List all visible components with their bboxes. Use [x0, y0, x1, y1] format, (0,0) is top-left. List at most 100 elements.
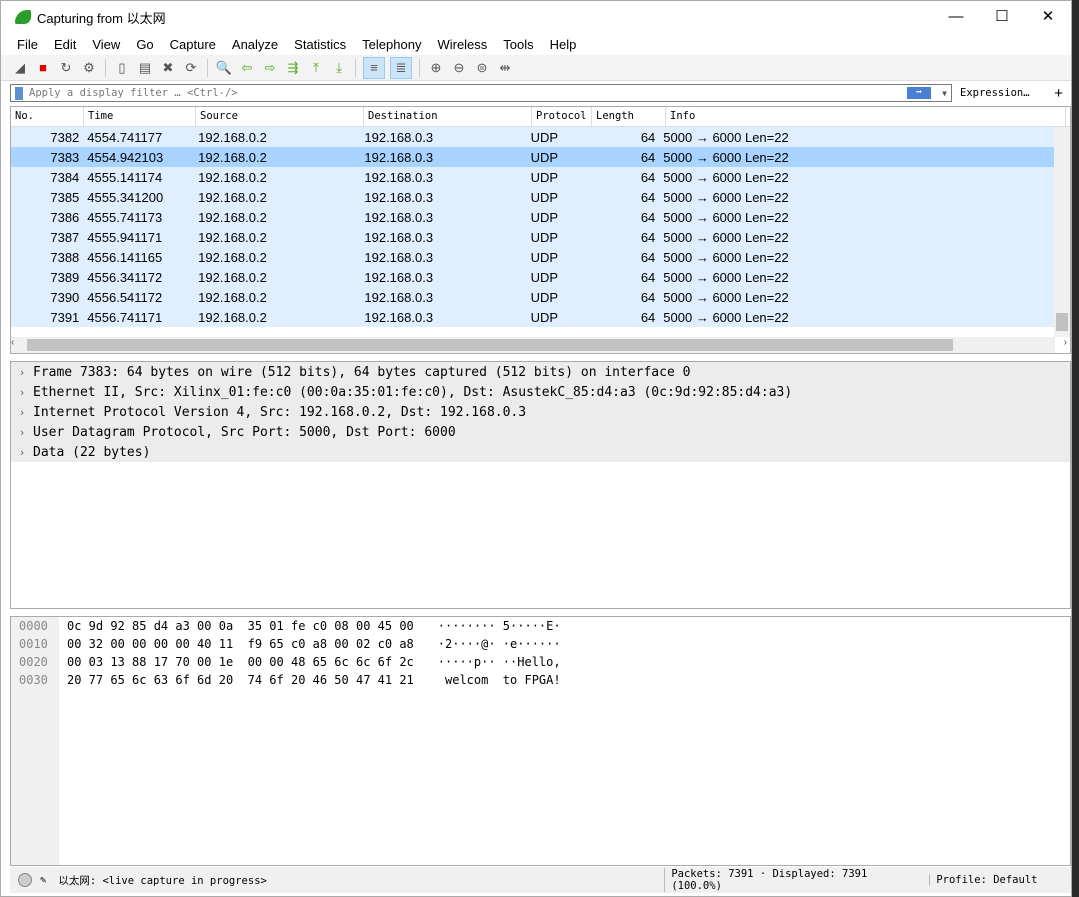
chevron-right-icon[interactable]: › [11, 366, 33, 379]
menu-go[interactable]: Go [136, 37, 153, 52]
menu-capture[interactable]: Capture [170, 37, 216, 52]
apply-filter-arrow-icon[interactable]: ➡ [907, 87, 931, 99]
menu-analyze[interactable]: Analyze [232, 37, 278, 52]
column-header-length[interactable]: Length [592, 107, 666, 126]
menu-edit[interactable]: Edit [54, 37, 76, 52]
packet-cell-time: 4555.741173 [87, 209, 163, 225]
zoom-out-icon[interactable]: ⊖ [450, 59, 468, 77]
menu-wireless[interactable]: Wireless [437, 37, 487, 52]
packet-cell-info: 5000 → 6000 Len=22 [663, 249, 789, 265]
column-header-time[interactable]: Time [84, 107, 196, 126]
hex-ascii[interactable]: welcom to FPGA! [438, 673, 561, 691]
packet-row[interactable]: 7389 4556.341172 192.168.0.2 192.168.0.3 UDP… [11, 267, 1055, 287]
packet-cell-protocol: UDP [530, 249, 559, 265]
chevron-right-icon[interactable]: › [11, 406, 33, 419]
packet-row[interactable]: 7388 4556.141165 192.168.0.2 192.168.0.3 UDP… [11, 247, 1055, 267]
hex-ascii[interactable]: ·2····@· ·e······ [438, 637, 561, 655]
last-packet-icon[interactable]: ⤓ [330, 59, 348, 77]
packet-cell-length: 64 [640, 169, 656, 185]
chevron-right-icon[interactable]: › [11, 426, 33, 439]
menu-view[interactable]: View [92, 37, 120, 52]
hex-bytes[interactable]: 20 77 65 6c 63 6f 6d 20 74 6f 20 46 50 4… [67, 673, 414, 691]
maximize-button[interactable]: ☐ [979, 1, 1025, 31]
column-header-protocol[interactable]: Protocol [532, 107, 592, 126]
menu-tools[interactable]: Tools [503, 37, 533, 52]
packet-row[interactable]: 7391 4556.741171 192.168.0.2 192.168.0.3 UDP… [11, 307, 1055, 327]
packet-cell-source: 192.168.0.2 [198, 309, 267, 325]
packet-cell-destination: 192.168.0.3 [364, 229, 434, 245]
vertical-scrollbar[interactable] [1054, 127, 1070, 337]
chevron-right-icon[interactable]: › [11, 386, 33, 399]
packet-row[interactable]: 7385 4555.341200 192.168.0.2 192.168.0.3 UDP… [11, 187, 1055, 207]
column-header-no[interactable]: No. [11, 107, 84, 126]
normal-size-icon[interactable]: ⊜ [473, 59, 491, 77]
toolbar-divider [419, 58, 420, 77]
save-file-icon[interactable]: ▤ [136, 59, 154, 77]
menu-help[interactable]: Help [550, 37, 577, 52]
menu-telephony[interactable]: Telephony [362, 37, 421, 52]
detail-text: Data (22 bytes) [33, 444, 151, 460]
status-bar: ✎ 以太网: <live capture in progress> Packet… [10, 867, 1071, 893]
find-packet-icon[interactable]: 🔍 [215, 59, 233, 77]
expression-button[interactable]: Expression… [960, 87, 1030, 99]
column-header-destination[interactable]: Destination [364, 107, 532, 126]
expert-info-icon[interactable] [18, 873, 32, 887]
packet-cell-protocol: UDP [530, 289, 559, 305]
chevron-down-icon[interactable]: ▼ [942, 89, 947, 98]
hex-bytes[interactable]: 00 32 00 00 00 00 40 11 f9 65 c0 a8 00 0… [67, 637, 414, 655]
hex-offset: 0030 [19, 673, 48, 687]
detail-tree-item[interactable]: › Data (22 bytes) [11, 442, 1070, 462]
packet-cell-destination: 192.168.0.3 [364, 169, 434, 185]
stop-capture-icon[interactable]: ■ [34, 59, 52, 77]
open-file-icon[interactable]: ▯ [113, 59, 131, 77]
bookmark-icon[interactable] [15, 86, 23, 100]
hex-ascii[interactable]: ·····p·· ··Hello, [438, 655, 561, 673]
horizontal-scrollbar[interactable]: ‹ › [11, 337, 1067, 353]
wireshark-logo-icon [15, 10, 31, 24]
packet-row[interactable]: 7390 4556.541172 192.168.0.2 192.168.0.3 UDP… [11, 287, 1055, 307]
detail-tree-item[interactable]: › Frame 7383: 64 bytes on wire (512 bits)… [11, 362, 1070, 382]
close-file-icon[interactable]: ✖ [159, 59, 177, 77]
resize-columns-icon[interactable]: ⇹ [496, 59, 514, 77]
detail-text: Internet Protocol Version 4, Src: 192.16… [33, 404, 527, 420]
packet-cell-no: 7387 [50, 229, 80, 245]
go-forward-icon[interactable]: ⇨ [261, 59, 279, 77]
hex-bytes[interactable]: 00 03 13 88 17 70 00 1e 00 00 48 65 6c 6… [67, 655, 414, 673]
add-filter-button[interactable]: + [1054, 85, 1063, 102]
packet-row[interactable]: 7383 4554.942103 192.168.0.2 192.168.0.3 UDP… [11, 147, 1055, 167]
hex-ascii[interactable]: ········ 5·····E· [438, 619, 561, 637]
packet-cell-no: 7382 [50, 129, 80, 145]
start-capture-icon[interactable]: ◢ [11, 59, 29, 77]
first-packet-icon[interactable]: ⤒ [307, 59, 325, 77]
chevron-right-icon[interactable]: › [11, 446, 33, 459]
packet-cell-protocol: UDP [530, 269, 559, 285]
detail-tree-item[interactable]: › User Datagram Protocol, Src Port: 5000,… [11, 422, 1070, 442]
auto-scroll-icon[interactable]: ≡ [363, 56, 385, 79]
packet-cell-time: 4556.541172 [87, 289, 163, 305]
detail-tree-item[interactable]: › Ethernet II, Src: Xilinx_01:fe:c0 (00:0… [11, 382, 1070, 402]
hex-bytes[interactable]: 0c 9d 92 85 d4 a3 00 0a 35 01 fe c0 08 0… [67, 619, 414, 637]
restart-capture-icon[interactable]: ↻ [57, 59, 75, 77]
close-button[interactable]: ✕ [1025, 1, 1071, 31]
packet-row[interactable]: 7384 4555.141174 192.168.0.2 192.168.0.3 UDP… [11, 167, 1055, 187]
detail-tree-item[interactable]: › Internet Protocol Version 4, Src: 192.1… [11, 402, 1070, 422]
column-header-source[interactable]: Source [196, 107, 364, 126]
packet-cell-length: 64 [640, 229, 656, 245]
status-profile[interactable]: Profile: Default [929, 874, 1037, 886]
go-back-icon[interactable]: ⇦ [238, 59, 256, 77]
minimize-button[interactable]: — [933, 1, 979, 31]
capture-options-icon[interactable]: ⚙ [80, 59, 98, 77]
display-filter-input[interactable]: Apply a display filter … <Ctrl-/> ➡ ▼ [10, 84, 952, 102]
colorize-icon[interactable]: ≣ [390, 56, 412, 79]
menu-file[interactable]: File [17, 37, 38, 52]
menu-statistics[interactable]: Statistics [294, 37, 346, 52]
go-to-packet-icon[interactable]: ⇶ [284, 59, 302, 77]
packet-row[interactable]: 7386 4555.741173 192.168.0.2 192.168.0.3 UDP… [11, 207, 1055, 227]
packet-cell-time: 4554.942103 [87, 149, 164, 165]
reload-file-icon[interactable]: ⟳ [182, 59, 200, 77]
capture-comment-icon[interactable]: ✎ [40, 874, 46, 886]
packet-row[interactable]: 7387 4555.941171 192.168.0.2 192.168.0.3 UDP… [11, 227, 1055, 247]
column-header-info[interactable]: Info [666, 107, 1066, 126]
packet-row[interactable]: 7382 4554.741177 192.168.0.2 192.168.0.3 UDP… [11, 127, 1055, 147]
zoom-in-icon[interactable]: ⊕ [427, 59, 445, 77]
